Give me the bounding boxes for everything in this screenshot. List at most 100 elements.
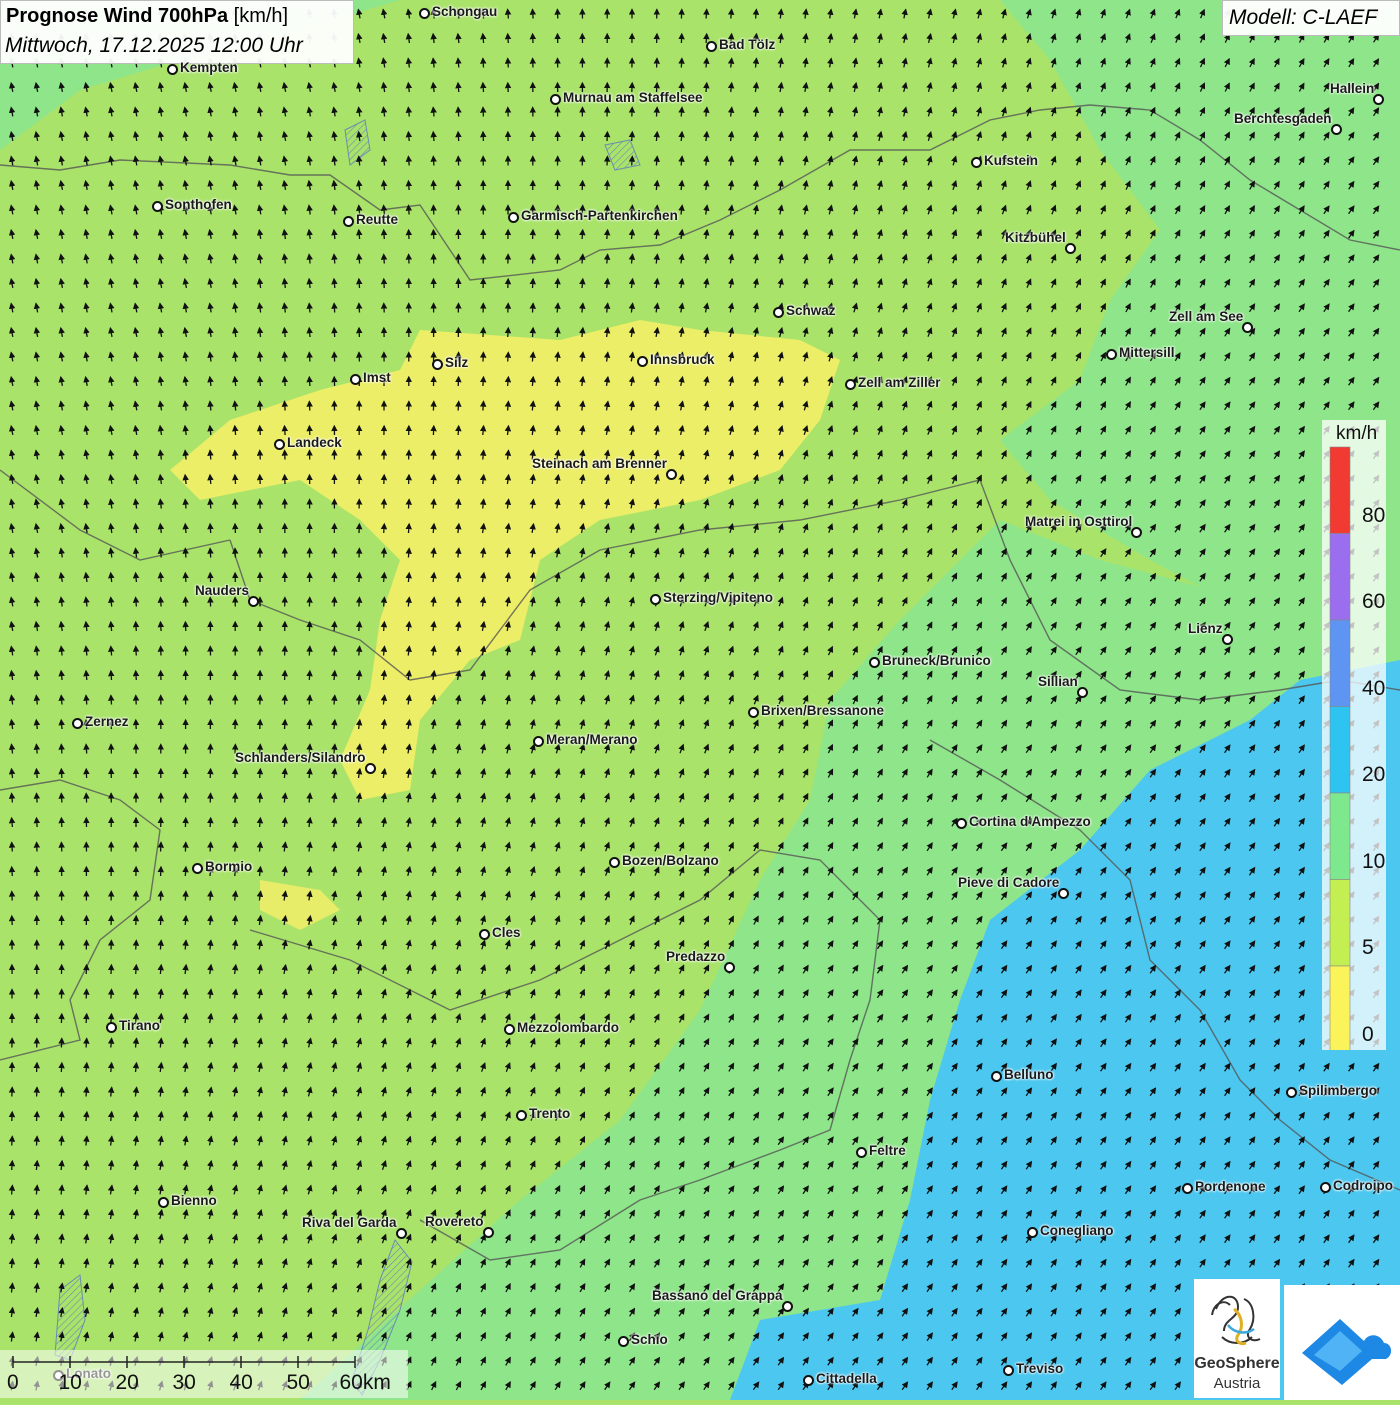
wind-arrow: [86, 1039, 87, 1048]
legend-label: 60: [1362, 590, 1385, 614]
wind-arrow: [12, 1210, 13, 1219]
city-label: Bormio: [205, 859, 252, 874]
city-label: Sillian: [1038, 674, 1078, 689]
scale-label: 20: [116, 1371, 139, 1395]
map-title: Prognose Wind 700hPa [km/h]: [6, 5, 288, 28]
legend-swatch: [1330, 620, 1350, 707]
wind-arrow: [706, 59, 707, 68]
wind-arrow: [235, 451, 236, 460]
legend-swatch: [1330, 880, 1350, 967]
city-marker: [550, 94, 561, 105]
wind-arrow: [309, 696, 310, 705]
wind-arrow: [508, 34, 509, 43]
wind-arrow: [136, 965, 137, 974]
city-marker: [419, 8, 430, 19]
wind-arrow: [508, 328, 509, 337]
city-marker: [365, 763, 376, 774]
geosphere-logo-mark: [1194, 1279, 1280, 1355]
wind-arrow: [433, 157, 434, 166]
wind-arrow: [210, 549, 211, 558]
city-label: Schongau: [432, 4, 497, 19]
city-marker: [773, 307, 784, 318]
wind-arrow: [160, 549, 161, 558]
wind-arrow: [309, 671, 310, 680]
wind-arrow: [533, 10, 534, 19]
wind-arrow: [607, 255, 608, 264]
wind-arrow: [12, 1186, 13, 1195]
wind-arrow: [483, 377, 484, 386]
wind-arrow: [136, 671, 137, 680]
city-label: Kufstein: [984, 153, 1038, 168]
geosphere-country: Austria: [1194, 1375, 1280, 1392]
city-marker: [1182, 1183, 1193, 1194]
city-marker: [724, 962, 735, 973]
wind-arrow: [61, 1137, 62, 1146]
wind-arrow: [632, 132, 633, 141]
wind-arrow: [433, 524, 434, 533]
city-label: Cittadella: [816, 1371, 877, 1386]
wind-arrow: [582, 279, 583, 288]
wind-arrow: [607, 181, 608, 190]
wind-arrow: [384, 255, 385, 264]
wind-arrow: [36, 769, 37, 778]
city-label: Rovereto: [425, 1214, 484, 1229]
city-label: Sonthofen: [165, 197, 232, 212]
legend-swatch: [1330, 447, 1350, 534]
city-label: Cortina d'Ampezzo: [969, 814, 1091, 829]
wind-arrow: [37, 818, 38, 827]
city-marker: [1286, 1087, 1297, 1098]
wind-arrow: [210, 524, 211, 533]
wind-arrow: [136, 598, 137, 607]
legend-swatch: [1330, 707, 1350, 794]
city-label: Tirano: [119, 1018, 160, 1033]
wind-arrow: [111, 1063, 112, 1072]
wind-arrow: [284, 328, 285, 337]
wind-arrow: [285, 402, 286, 411]
city-marker: [650, 594, 661, 605]
legend-label: 40: [1362, 677, 1385, 701]
city-label: Bozen/Bolzano: [622, 853, 719, 868]
city-marker: [666, 469, 677, 480]
wind-arrow: [656, 132, 657, 141]
wind-arrow: [557, 304, 558, 313]
wind-arrow: [458, 426, 459, 435]
scale-label: 10: [59, 1371, 82, 1395]
wind-arrow: [458, 500, 459, 509]
wind-arrow: [508, 402, 509, 411]
city-marker: [1106, 349, 1117, 360]
wind-arrow: [36, 745, 37, 754]
wind-arrow: [160, 965, 161, 974]
wind-arrow: [681, 108, 682, 117]
wind-arrow: [161, 598, 162, 607]
wind-arrow: [285, 696, 286, 705]
wind-arrow: [285, 426, 286, 435]
legend-label: 10: [1362, 850, 1385, 874]
wind-arrow: [706, 83, 707, 92]
wind-arrow: [284, 769, 285, 778]
wind-arrow: [61, 745, 62, 754]
city-marker: [516, 1110, 527, 1121]
city-label: Bassano del Grappa: [652, 1288, 783, 1303]
wind-arrow: [309, 353, 310, 362]
wind-arrow: [161, 622, 162, 631]
wind-arrow: [136, 622, 137, 631]
city-marker: [1058, 888, 1069, 899]
wind-arrow: [260, 769, 261, 778]
wind-arrow: [161, 916, 162, 925]
wind-arrow: [532, 353, 533, 362]
wind-arrow: [681, 132, 682, 141]
city-label: Spilimbergo: [1299, 1083, 1377, 1098]
wind-arrow: [433, 475, 434, 484]
city-label: Imst: [363, 370, 391, 385]
map-subtitle: Mittwoch, 17.12.2025 12:00 Uhr: [5, 34, 303, 58]
city-label: Bienno: [171, 1193, 217, 1208]
city-marker: [1077, 687, 1088, 698]
city-label: Schlanders/Silandro: [235, 750, 366, 765]
city-label: Garmisch-Partenkirchen: [521, 208, 678, 223]
wind-arrow: [483, 83, 484, 92]
wind-arrow: [433, 108, 434, 117]
wind-arrow: [582, 230, 583, 239]
scale-bar: 0102030405060km: [0, 1350, 408, 1398]
wind-arrow: [532, 377, 533, 386]
wind-arrow: [433, 451, 434, 460]
